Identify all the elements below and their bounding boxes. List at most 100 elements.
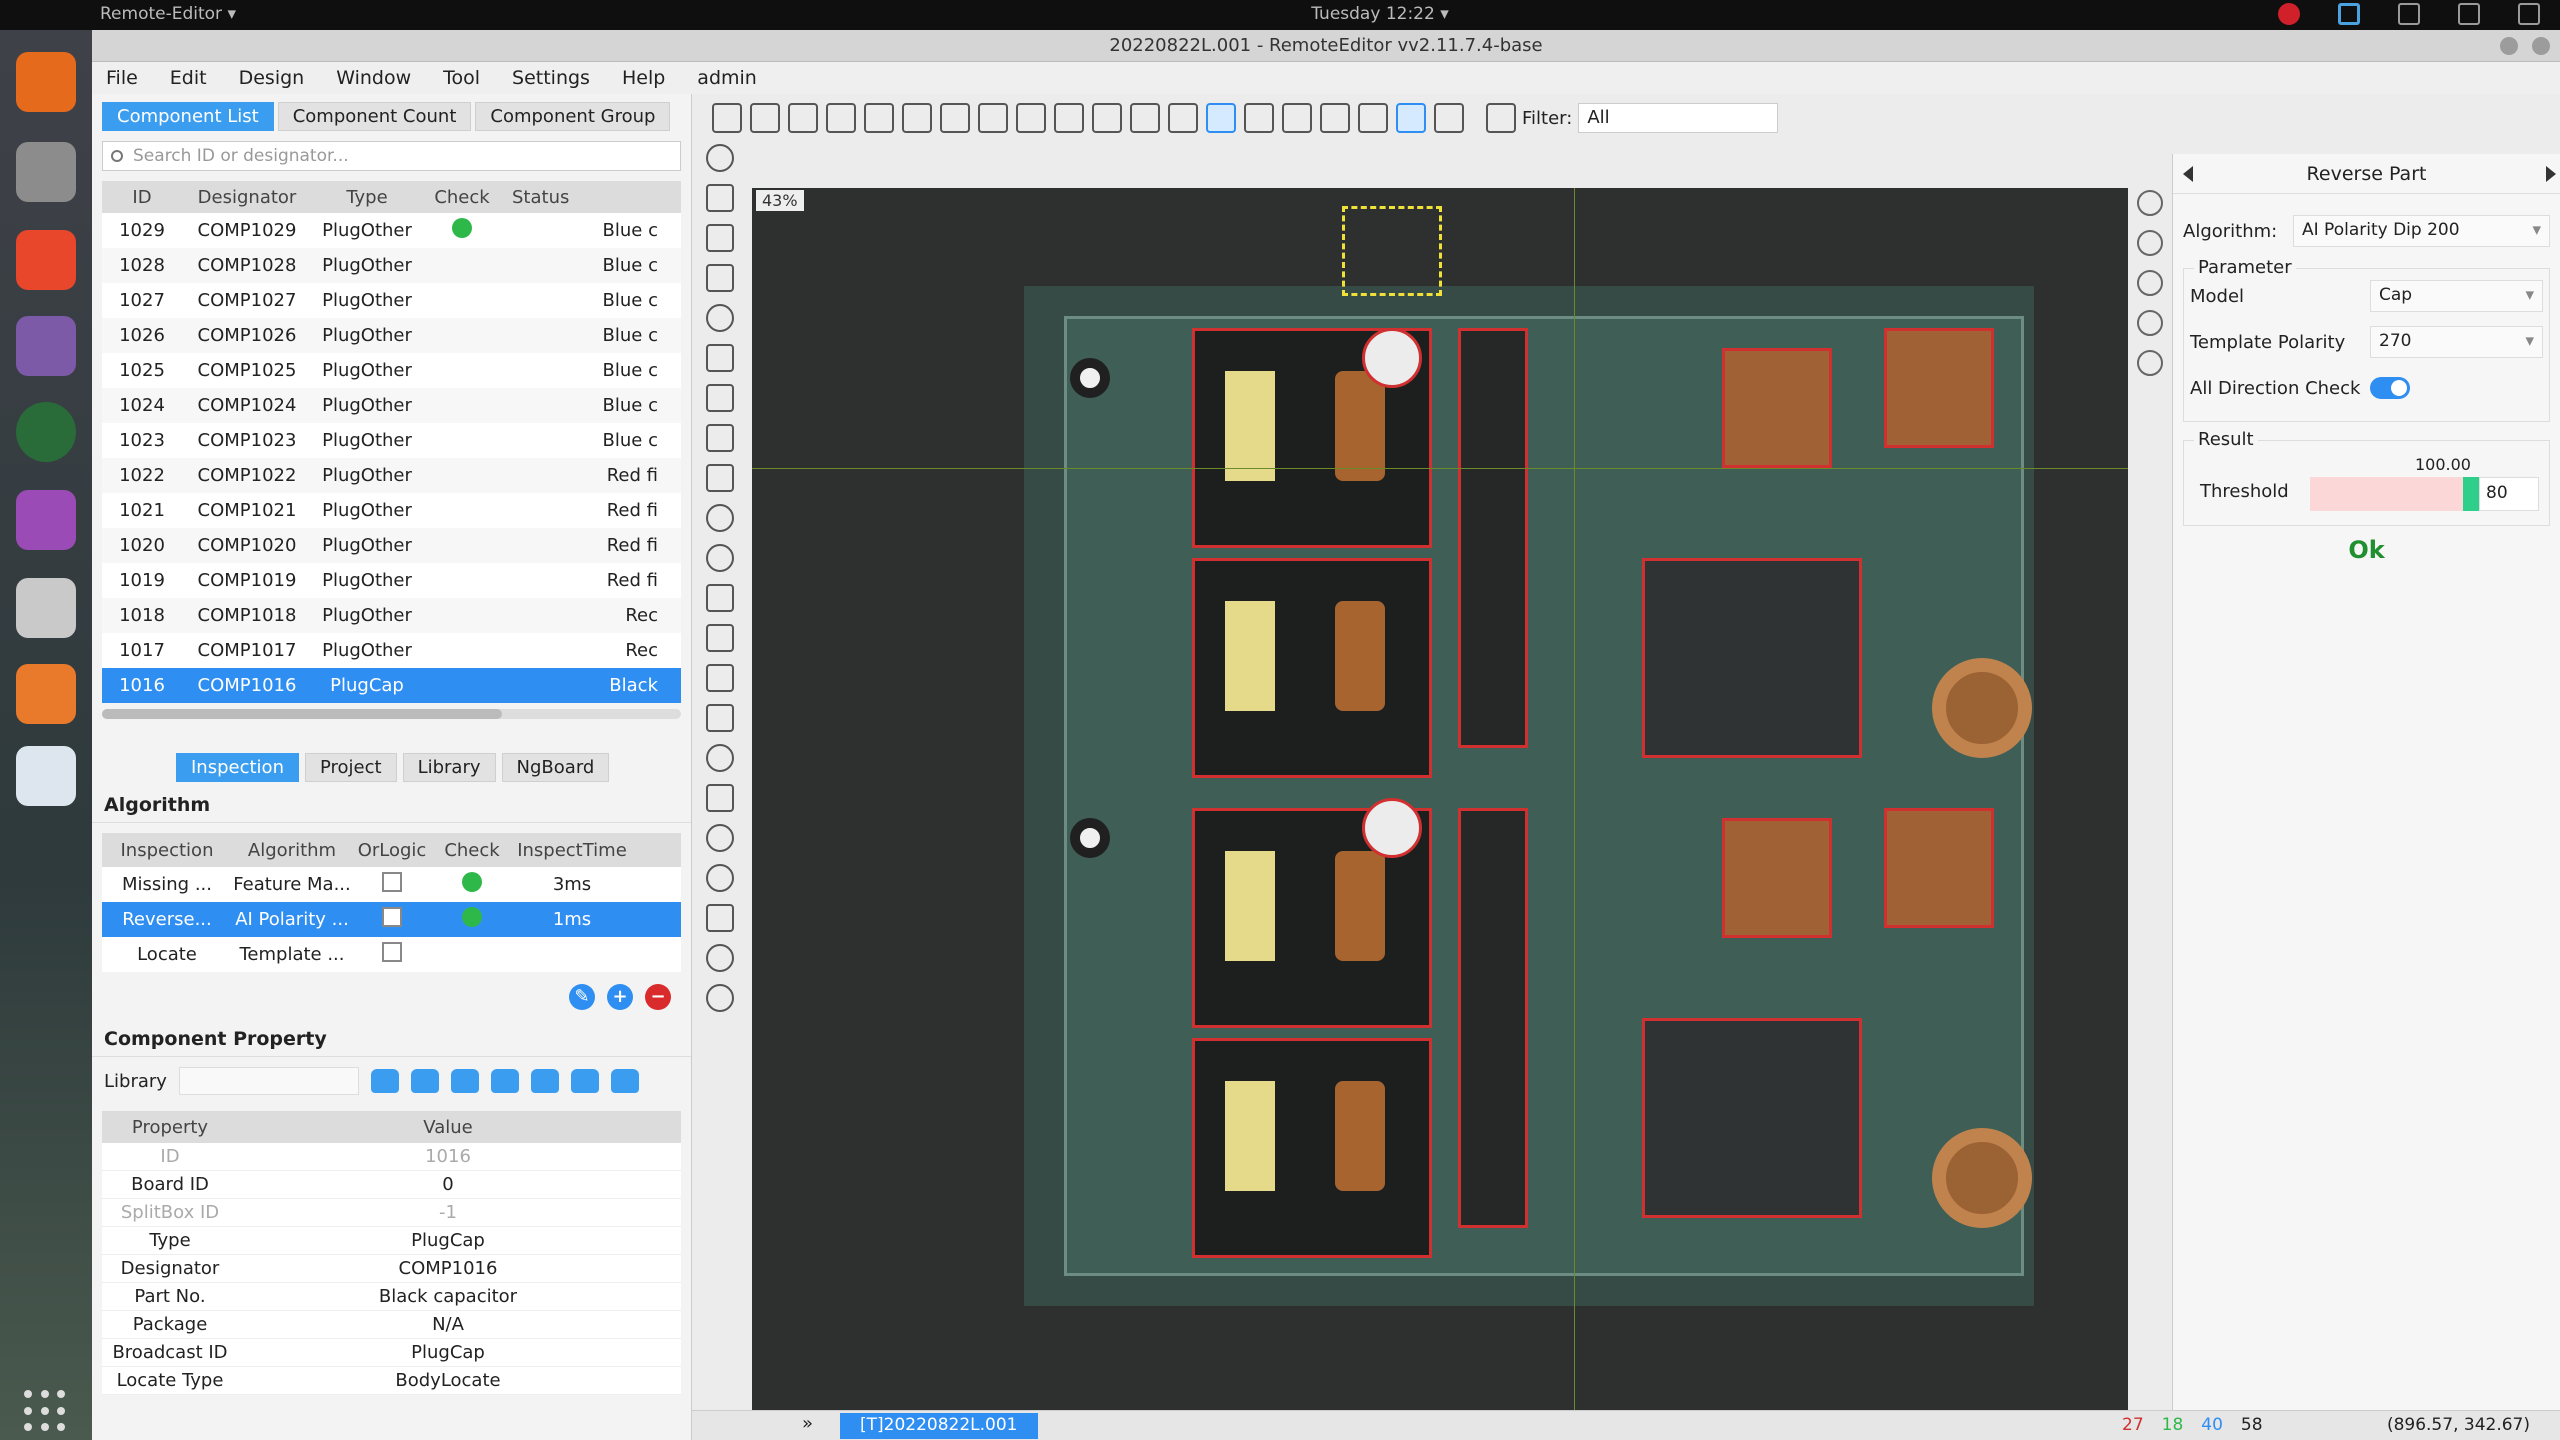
zoom-in-icon[interactable] <box>2137 270 2163 296</box>
component-box-inductor[interactable] <box>1722 348 1832 468</box>
component-box-inductor[interactable] <box>1884 808 1994 928</box>
component-box-toroid[interactable] <box>1932 1128 2032 1228</box>
paste-icon[interactable] <box>978 103 1008 133</box>
table-row[interactable]: 1023 COMP1023 PlugOther Blue c <box>102 423 681 458</box>
menu-user[interactable]: admin <box>697 67 757 89</box>
copy-icon[interactable] <box>940 103 970 133</box>
cross-box-icon[interactable] <box>706 784 734 812</box>
table-row[interactable]: 1017 COMP1017 PlugOther Rec <box>102 633 681 668</box>
threshold-input[interactable]: 80 <box>2479 477 2539 511</box>
menu-settings[interactable]: Settings <box>512 67 590 89</box>
select-icon[interactable] <box>706 144 734 172</box>
lasso-icon[interactable] <box>706 904 734 932</box>
rotate-icon[interactable] <box>1320 103 1350 133</box>
screen-recorder-icon[interactable] <box>16 316 76 376</box>
chrome-icon[interactable] <box>16 402 76 462</box>
component-box-inductor[interactable] <box>1884 328 1994 448</box>
menu-design[interactable]: Design <box>239 67 305 89</box>
chip-icon[interactable] <box>706 344 734 372</box>
component-box-capacitor[interactable] <box>1458 808 1528 1228</box>
window-icon[interactable] <box>1130 103 1160 133</box>
table-row[interactable]: 1029 COMP1029 PlugOther Blue c <box>102 213 681 248</box>
presentation-icon[interactable] <box>16 664 76 724</box>
image-icon[interactable] <box>1358 103 1388 133</box>
pcb-board-image[interactable] <box>1024 286 2034 1306</box>
table-row[interactable]: 1024 COMP1024 PlugOther Blue c <box>102 388 681 423</box>
undo-icon[interactable] <box>1016 103 1046 133</box>
col-id[interactable]: ID <box>102 187 182 208</box>
compass-icon[interactable] <box>706 824 734 852</box>
component-box-capacitor[interactable] <box>1458 328 1528 748</box>
table-row[interactable]: 1016 COMP1016 PlugCap Black <box>102 668 681 703</box>
camera-icon[interactable] <box>1168 103 1198 133</box>
component-box-relay[interactable] <box>1642 558 1862 758</box>
remove-icon[interactable]: − <box>645 984 671 1010</box>
filter-edit-icon[interactable] <box>1486 103 1516 133</box>
cloud-sync-icon[interactable] <box>530 1069 559 1093</box>
tab-inspection[interactable]: Inspection <box>176 753 299 782</box>
cut-icon[interactable] <box>902 103 932 133</box>
tab-ngboard[interactable]: NgBoard <box>501 753 610 782</box>
network-icon[interactable] <box>2338 3 2360 25</box>
table-row[interactable]: 1021 COMP1021 PlugOther Red fi <box>102 493 681 528</box>
column-icon[interactable] <box>706 624 734 652</box>
board-canvas[interactable]: 43% <box>752 188 2128 1440</box>
import-icon[interactable] <box>750 103 780 133</box>
grid-icon[interactable] <box>1244 103 1274 133</box>
maximize-icon[interactable] <box>2532 37 2550 55</box>
menu-window[interactable]: Window <box>336 67 411 89</box>
property-value[interactable]: Black capacitor <box>238 1286 658 1307</box>
tab-component-group[interactable]: Component Group <box>475 102 671 131</box>
cloud-group-icon[interactable] <box>450 1069 479 1093</box>
prev-arrow-icon[interactable] <box>2183 166 2193 182</box>
table-row[interactable]: 1019 COMP1019 PlugOther Red fi <box>102 563 681 598</box>
files-icon[interactable] <box>16 142 76 202</box>
unlock-icon[interactable] <box>610 1069 639 1093</box>
next-arrow-icon[interactable] <box>2546 166 2556 182</box>
selected-component-1016[interactable] <box>1342 206 1442 296</box>
circle-icon[interactable] <box>706 504 734 532</box>
header-icon[interactable] <box>706 424 734 452</box>
component-box-transformer[interactable] <box>1192 558 1432 778</box>
model-select[interactable]: Cap <box>2370 280 2543 312</box>
redo-icon[interactable] <box>1054 103 1084 133</box>
property-value[interactable]: 0 <box>238 1174 658 1195</box>
filter-select[interactable]: All <box>1578 103 1779 133</box>
table-row[interactable]: 1028 COMP1028 PlugOther Blue c <box>102 248 681 283</box>
camera-icon[interactable] <box>16 578 76 638</box>
menu-edit[interactable]: Edit <box>170 67 207 89</box>
table-row[interactable]: 1020 COMP1020 PlugOther Red fi <box>102 528 681 563</box>
wand-icon[interactable] <box>370 1069 399 1093</box>
property-value[interactable]: BodyLocate <box>238 1370 658 1391</box>
direction-check-toggle[interactable] <box>2370 377 2410 399</box>
expand-icon[interactable]: » <box>802 1413 813 1434</box>
col-type[interactable]: Type <box>312 187 422 208</box>
horizontal-scrollbar[interactable] <box>102 709 681 719</box>
property-value[interactable]: COMP1016 <box>238 1258 658 1279</box>
add-icon[interactable]: + <box>607 984 633 1010</box>
resistor-icon[interactable] <box>706 464 734 492</box>
minimize-icon[interactable] <box>2500 37 2518 55</box>
cloud-upload-icon[interactable] <box>410 1069 439 1093</box>
minus-circle-icon[interactable] <box>706 864 734 892</box>
tab-library[interactable]: Library <box>402 753 496 782</box>
cloud-download-icon[interactable] <box>490 1069 519 1093</box>
system-clock[interactable]: Tuesday 12:22 ▾ <box>1260 4 1500 24</box>
volume-icon[interactable] <box>2458 3 2480 25</box>
zoom-out-icon[interactable] <box>2137 310 2163 336</box>
half-circle-icon[interactable] <box>706 304 734 332</box>
ring-icon[interactable] <box>706 744 734 772</box>
connector-icon[interactable] <box>706 384 734 412</box>
slot-icon[interactable] <box>706 664 734 692</box>
algorithm-row[interactable]: Locate Template ... <box>102 937 681 972</box>
target-icon[interactable] <box>712 103 742 133</box>
property-value[interactable]: 1016 <box>238 1146 658 1167</box>
col-check[interactable]: Check <box>422 187 502 208</box>
table-row[interactable]: 1022 COMP1022 PlugOther Red fi <box>102 458 681 493</box>
table-row[interactable]: 1018 COMP1018 PlugOther Rec <box>102 598 681 633</box>
component-box-cap[interactable] <box>1362 798 1422 858</box>
document-tab[interactable]: [T]20220822L.001 <box>840 1413 1038 1439</box>
activities-menu[interactable]: Remote-Editor ▾ <box>100 4 236 24</box>
menu-tool[interactable]: Tool <box>443 67 480 89</box>
refresh-icon[interactable] <box>570 1069 599 1093</box>
